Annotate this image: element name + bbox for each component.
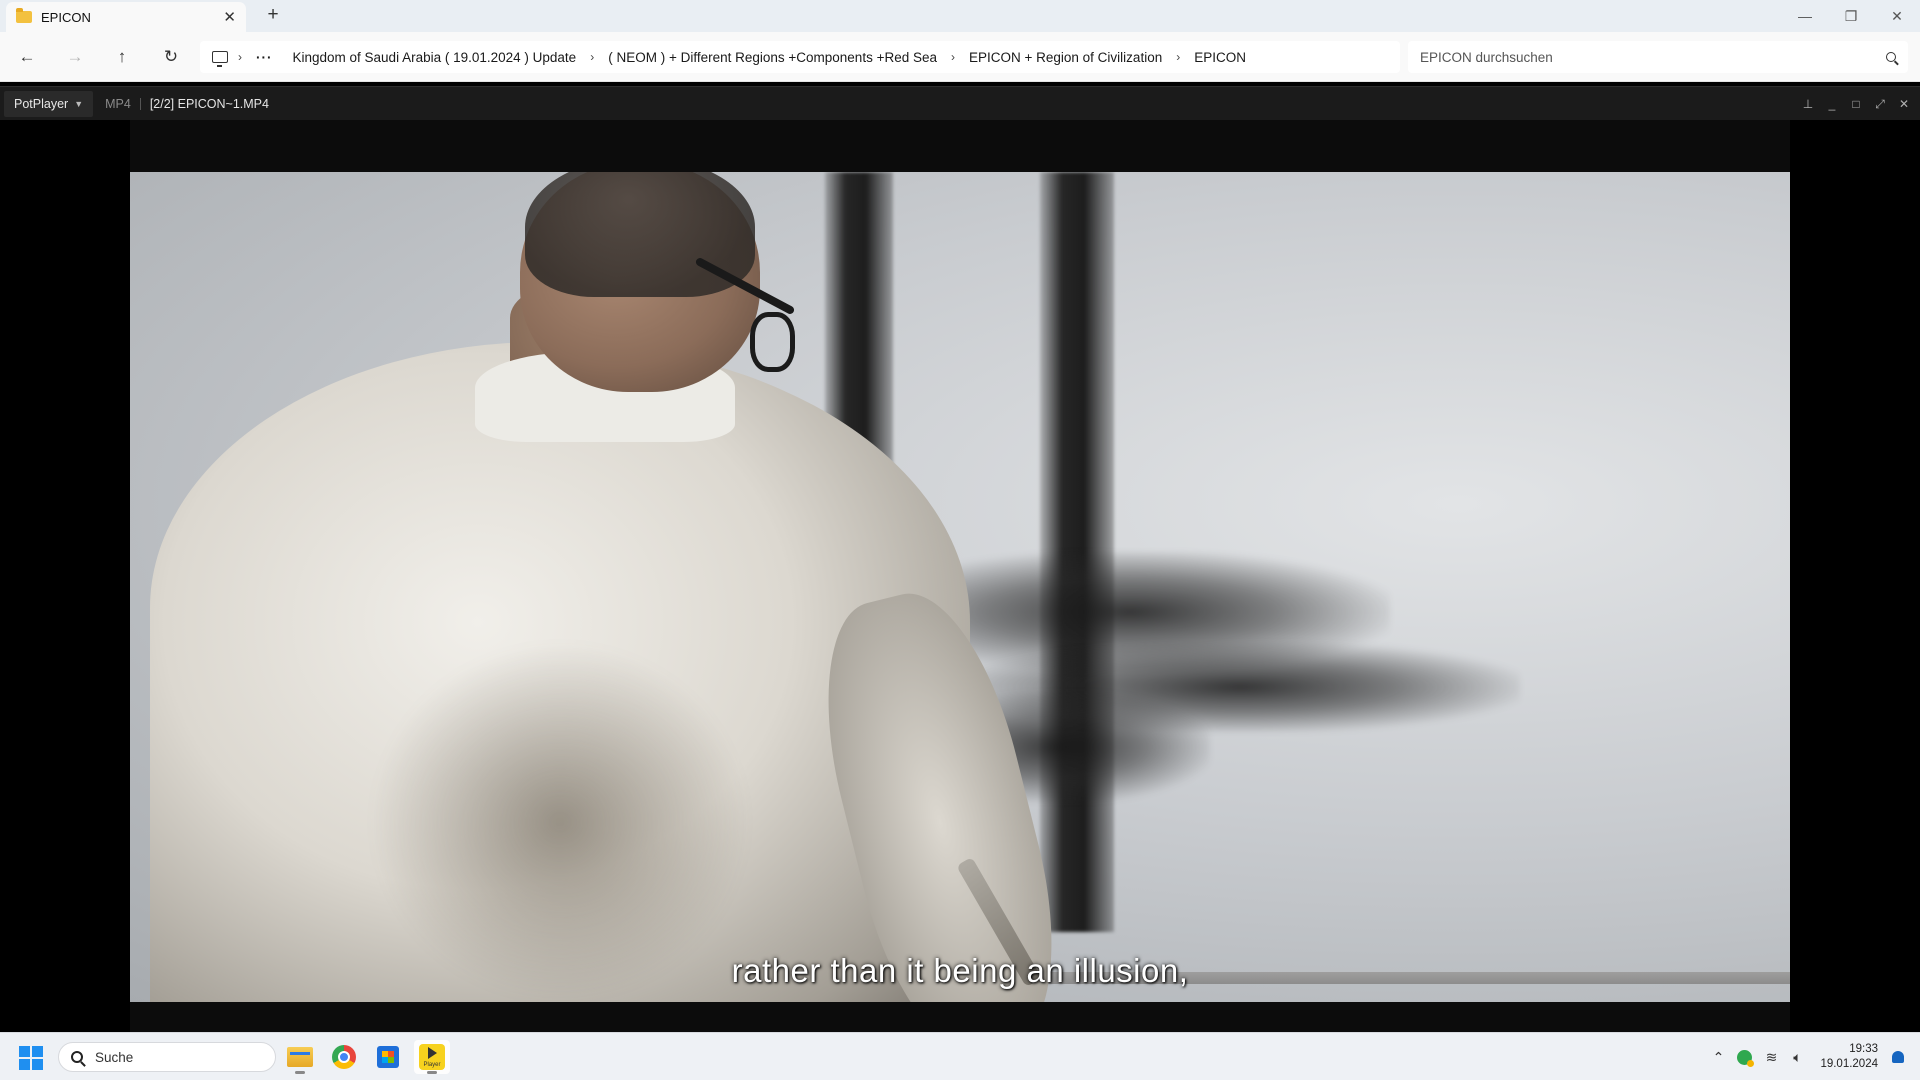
player-title-bar: PotPlayer ▼ MP4 [2/2] EPICON~1.MP4 ⊥ _ □…	[0, 86, 1920, 120]
breadcrumb-overflow[interactable]: ···	[256, 50, 273, 65]
chevron-right-icon: ›	[238, 50, 242, 64]
maximize-icon[interactable]: □	[1844, 97, 1868, 111]
letterbox-top	[130, 120, 1790, 172]
clock[interactable]: 19:33 19.01.2024	[1820, 1042, 1878, 1072]
format-label: MP4	[105, 96, 131, 111]
restore-icon[interactable]: ❐	[1828, 0, 1874, 32]
search-input[interactable]: EPICON durchsuchen	[1408, 41, 1908, 73]
refresh-icon[interactable]: ↻	[157, 44, 185, 70]
monitor-icon	[212, 51, 228, 67]
new-tab-button[interactable]: +	[262, 5, 284, 27]
taskbar: Suche Player ⌃ ≋ 🔈︎ 19:33 19.01.2024	[0, 1032, 1920, 1080]
folder-icon	[16, 8, 32, 23]
explorer-tab-bar: EPICON ✕ + — ❐ ✕	[0, 0, 1920, 32]
address-bar[interactable]: › ··· Kingdom of Saudi Arabia ( 19.01.20…	[200, 41, 1400, 73]
breadcrumb-item[interactable]: Kingdom of Saudi Arabia ( 19.01.2024 ) U…	[293, 50, 577, 65]
chevron-down-icon: ▼	[74, 98, 84, 109]
letterbox-bottom	[130, 1002, 1790, 1032]
security-icon[interactable]	[1737, 1049, 1755, 1067]
running-indicator	[427, 1071, 437, 1074]
shirt-shadow	[370, 642, 750, 1002]
volume-icon[interactable]: 🔈︎	[1784, 1049, 1810, 1066]
search-placeholder: EPICON durchsuchen	[1420, 49, 1553, 65]
chevron-right-icon[interactable]: ›	[951, 50, 955, 64]
forward-arrow-icon[interactable]: →	[61, 44, 89, 70]
potplayer-taskbar-button[interactable]: Player	[414, 1040, 450, 1074]
notification-bell-icon[interactable]	[1892, 1051, 1904, 1063]
explorer-nav-bar: ← → ↑ ↻ › ··· Kingdom of Saudi Arabia ( …	[0, 32, 1920, 82]
wifi-icon[interactable]: ≋	[1758, 1049, 1784, 1066]
divider	[139, 97, 141, 110]
clock-date: 19.01.2024	[1820, 1058, 1878, 1070]
video-frame[interactable]: rather than it being an illusion,	[130, 172, 1790, 1002]
clock-time: 19:33	[1849, 1043, 1878, 1055]
chrome-icon	[332, 1045, 356, 1069]
up-arrow-icon[interactable]: ↑	[108, 44, 136, 70]
taskbar-search-input[interactable]: Suche	[58, 1042, 276, 1072]
breadcrumb-item[interactable]: EPICON + Region of Civilization	[969, 50, 1162, 65]
tab-title: EPICON	[41, 9, 91, 25]
chevron-up-icon[interactable]: ⌃	[1705, 1049, 1731, 1066]
system-tray: ⌃ ≋ 🔈︎ 19:33 19.01.2024	[1705, 1033, 1920, 1080]
breadcrumb-item[interactable]: EPICON	[1194, 50, 1246, 65]
fullscreen-icon[interactable]: ⤢	[1868, 97, 1892, 112]
person-hair	[525, 172, 755, 297]
file-title: [2/2] EPICON~1.MP4	[149, 96, 269, 111]
running-indicator	[295, 1071, 305, 1074]
close-icon[interactable]: ✕	[1892, 97, 1916, 111]
pin-icon[interactable]: ⊥	[1796, 97, 1820, 111]
file-explorer-icon	[287, 1047, 313, 1067]
taskbar-search-label: Suche	[95, 1049, 134, 1065]
player-window-controls: ⊥ _ □ ⤢ ✕	[1796, 87, 1916, 121]
potplayer-menu-button[interactable]: PotPlayer ▼	[4, 90, 94, 117]
window-controls: — ❐ ✕	[1782, 0, 1920, 32]
file-explorer-taskbar-button[interactable]	[282, 1040, 318, 1074]
glasses-lens	[750, 312, 795, 372]
breadcrumb-item[interactable]: ( NEOM ) + Different Regions +Components…	[608, 50, 937, 65]
potplayer-window: PotPlayer ▼ MP4 [2/2] EPICON~1.MP4 ⊥ _ □…	[0, 86, 1920, 1032]
search-icon	[71, 1051, 83, 1063]
store-taskbar-button[interactable]	[370, 1040, 406, 1074]
back-arrow-icon[interactable]: ←	[13, 44, 41, 70]
windows-start-icon[interactable]	[19, 1046, 43, 1070]
search-icon[interactable]	[1886, 52, 1896, 62]
subtitle-text: rather than it being an illusion,	[731, 952, 1189, 989]
chevron-right-icon[interactable]: ›	[590, 50, 594, 64]
potplayer-icon: Player	[419, 1044, 445, 1070]
chrome-taskbar-button[interactable]	[326, 1040, 362, 1074]
chevron-right-icon[interactable]: ›	[1176, 50, 1180, 64]
microsoft-store-icon	[377, 1046, 399, 1068]
video-area[interactable]: rather than it being an illusion,	[130, 120, 1790, 1032]
potplayer-menu-label: PotPlayer	[14, 96, 69, 111]
close-icon[interactable]: ✕	[1874, 0, 1920, 32]
minimize-icon[interactable]: —	[1782, 0, 1828, 32]
minimize-icon[interactable]: _	[1820, 97, 1844, 111]
tab-close-icon[interactable]: ✕	[223, 8, 236, 26]
tab-epicon[interactable]: EPICON ✕	[6, 2, 246, 32]
